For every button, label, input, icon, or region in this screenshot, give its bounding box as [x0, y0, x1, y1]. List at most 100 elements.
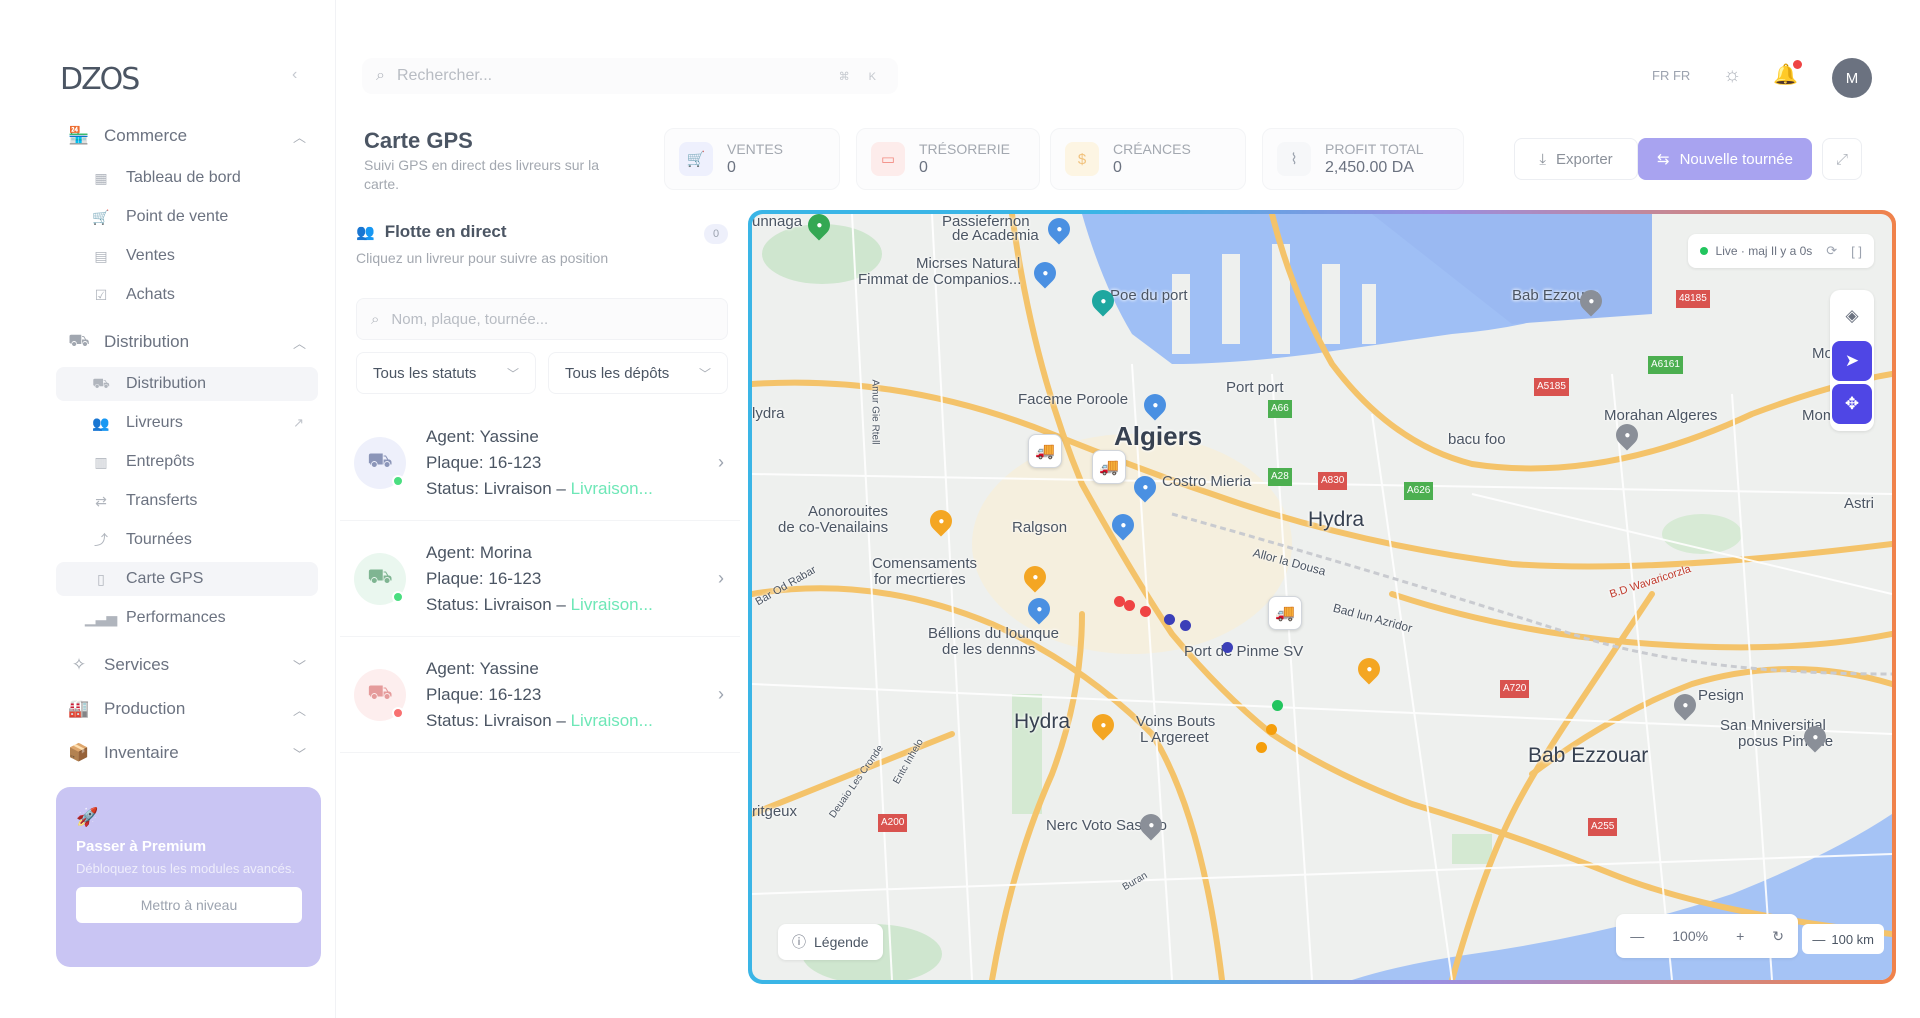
nav-section-production[interactable]: 🏭 Production ︿: [56, 690, 318, 728]
fleet-search-placeholder: Nom, plaque, tournée...: [391, 310, 549, 328]
sun-icon[interactable]: ☼: [1723, 64, 1741, 87]
fleet-search-input[interactable]: ⌕ Nom, plaque, tournée...: [356, 298, 728, 340]
live-dot: [1699, 247, 1708, 255]
sidebar-item-entrepots[interactable]: ▥ Entrepôts: [56, 445, 318, 479]
sidebar-item-tournees[interactable]: ⤴ Tournées: [56, 523, 318, 557]
map-label: Costro Mieria: [1162, 473, 1252, 490]
bracket-icon[interactable]: [ ]: [1851, 244, 1862, 259]
premium-description: Débloquez tous les modules avancés.: [76, 861, 295, 876]
list-item[interactable]: ⛟ Agent: Yassine Plaque: 16-123 Status: …: [340, 405, 740, 521]
external-link-icon[interactable]: ↗: [293, 415, 304, 431]
nav-section-label: Production: [104, 699, 186, 718]
vehicle-marker[interactable]: 🚚: [1028, 434, 1062, 468]
map-label: unnaga: [752, 214, 803, 230]
sidebar-item-tableau-de-bord[interactable]: ▦ Tableau de bord: [56, 161, 318, 195]
nav-section-inventaire[interactable]: 📦 Inventaire ﹀: [56, 734, 318, 772]
nav-section-commerce[interactable]: 🏪 Commerce ︿: [56, 117, 318, 155]
zoom-in-button[interactable]: +: [1736, 928, 1744, 944]
legend-button[interactable]: ⓘ Légende: [778, 924, 883, 960]
language-switcher[interactable]: FR FR: [1652, 68, 1690, 83]
map-label: Astri: [1844, 495, 1874, 512]
bell-icon[interactable]: 🔔: [1773, 60, 1802, 87]
fullscreen-button[interactable]: ⤢: [1822, 138, 1862, 180]
reset-view-icon[interactable]: ↻: [1772, 928, 1784, 945]
status-filter-select[interactable]: Tous les statuts ﹀: [356, 352, 536, 394]
vehicle-marker[interactable]: 🚚: [1092, 450, 1126, 484]
sidebar-item-achats[interactable]: ☑ Achats: [56, 278, 318, 312]
status-link[interactable]: Livraison...: [571, 595, 653, 614]
new-tour-label: Nouvelle tournée: [1679, 150, 1793, 168]
map-label: Comensaments: [872, 555, 978, 572]
sidebar-item-performances[interactable]: ▁▃▅ Performances: [56, 601, 318, 635]
agent-plate: Plaque: 16-123: [426, 568, 542, 588]
sidebar-item-transferts[interactable]: ⇄ Transferts: [56, 484, 318, 518]
truck-icon: ⛟: [68, 331, 90, 350]
list-item[interactable]: ⛟ Agent: Morina Plaque: 16-123 Status: L…: [340, 521, 740, 637]
nav-section-distribution[interactable]: ⛟ Distribution ︿: [56, 323, 318, 361]
global-search-input[interactable]: ⌕ Rechercher... ⌘ K: [362, 58, 898, 94]
sparkle-icon: ✧: [71, 655, 87, 674]
live-status-text: Live · maj Il y a 0s: [1715, 244, 1813, 258]
locate-icon[interactable]: ✥: [1832, 384, 1872, 424]
fleet-subtitle: Cliquez un livreur pour suivre as positi…: [356, 250, 609, 266]
truck-icon: ⛟: [92, 374, 110, 391]
sidebar-item-label: Carte GPS: [126, 570, 204, 587]
scale-label: 100 km: [1831, 931, 1874, 947]
sidebar-item-label: Tableau de bord: [126, 169, 241, 186]
sidebar-item-distribution[interactable]: ⛟ Distribution: [56, 367, 318, 401]
scale-bar: —: [1812, 931, 1826, 947]
nav-section-services[interactable]: ✧ Services ﹀: [56, 646, 318, 684]
chevron-up-icon: ︿: [292, 335, 306, 351]
list-item[interactable]: ⛟ Agent: Yassine Plaque: 16-123 Status: …: [340, 637, 740, 753]
gps-map[interactable]: unnaga Passiefernon de Academia Micrses …: [752, 214, 1892, 980]
sidebar-item-label: Livreurs: [126, 414, 183, 431]
layers-icon[interactable]: ◈: [1830, 294, 1874, 338]
users-icon: 👥: [356, 224, 375, 241]
map-label: Port de Pinme SV: [1184, 643, 1304, 660]
agent-plate: Plaque: 16-123: [426, 452, 542, 472]
live-status-badge: Live · maj Il y a 0s ⟳ [ ]: [1687, 234, 1874, 268]
search-icon: ⌕: [376, 67, 385, 84]
chevron-right-icon: ›: [718, 684, 724, 704]
collapse-sidebar-icon[interactable]: ‹: [292, 66, 297, 84]
map-label: Poe du port: [1110, 287, 1188, 304]
depot-filter-select[interactable]: Tous les dépôts ﹀: [548, 352, 728, 394]
map-label-street: Amur Gie Rtell: [869, 379, 881, 445]
sidebar-item-carte-gps[interactable]: ▯ Carte GPS: [56, 562, 318, 596]
truck-icon: 🚚: [1099, 459, 1119, 476]
upgrade-button[interactable]: Mettro à niveau: [76, 887, 302, 923]
zoom-out-button[interactable]: —: [1630, 928, 1644, 944]
status-link[interactable]: Livraison...: [571, 479, 653, 498]
app-logo[interactable]: DZOS: [60, 62, 140, 97]
sidebar-item-livreurs[interactable]: 👥 Livreurs ↗: [56, 406, 318, 440]
map-base-layer: [752, 214, 1892, 980]
vehicle-marker[interactable]: 🚚: [1268, 596, 1302, 630]
legend-label: Légende: [814, 934, 869, 950]
route-point: [1256, 742, 1267, 753]
map-label: Ralgson: [1012, 519, 1068, 536]
chevron-right-icon: ›: [718, 452, 724, 472]
nav-section-label: Inventaire: [104, 743, 179, 762]
status-link[interactable]: Livraison...: [571, 711, 653, 730]
export-button[interactable]: ⤓ Exporter: [1514, 138, 1638, 180]
avatar[interactable]: M: [1832, 58, 1872, 98]
map-label: for mecrtieres: [874, 571, 966, 588]
chevron-up-icon: ︿: [292, 129, 306, 145]
new-tour-button[interactable]: ⇆ Nouvelle tournée: [1638, 138, 1812, 180]
truck-icon: ⛟: [354, 552, 406, 605]
sidebar-item-label: Achats: [126, 286, 175, 303]
map-label: Aonorouites: [808, 503, 889, 520]
navigate-icon[interactable]: ➤: [1832, 341, 1872, 381]
map-label: de les dennns: [942, 641, 1036, 658]
map-label: de Academia: [952, 227, 1039, 244]
agent-status: Status: Livraison – Livraison...: [426, 592, 653, 618]
sidebar-item-point-de-vente[interactable]: 🛒 Point de vente: [56, 200, 318, 234]
refresh-icon[interactable]: ⟳: [1826, 243, 1837, 259]
sidebar-nav: 🏪 Commerce ︿ ▦ Tableau de bord 🛒 Point de …: [56, 117, 318, 778]
fleet-list: ⛟ Agent: Yassine Plaque: 16-123 Status: …: [340, 405, 740, 753]
map-label: de co-Venailains: [778, 519, 889, 536]
chevron-right-icon: ›: [718, 568, 724, 588]
status-filter-value: Tous les statuts: [373, 364, 477, 382]
sidebar-item-ventes[interactable]: ▤ Ventes: [56, 239, 318, 273]
arrows-icon: ⇄: [95, 492, 107, 509]
